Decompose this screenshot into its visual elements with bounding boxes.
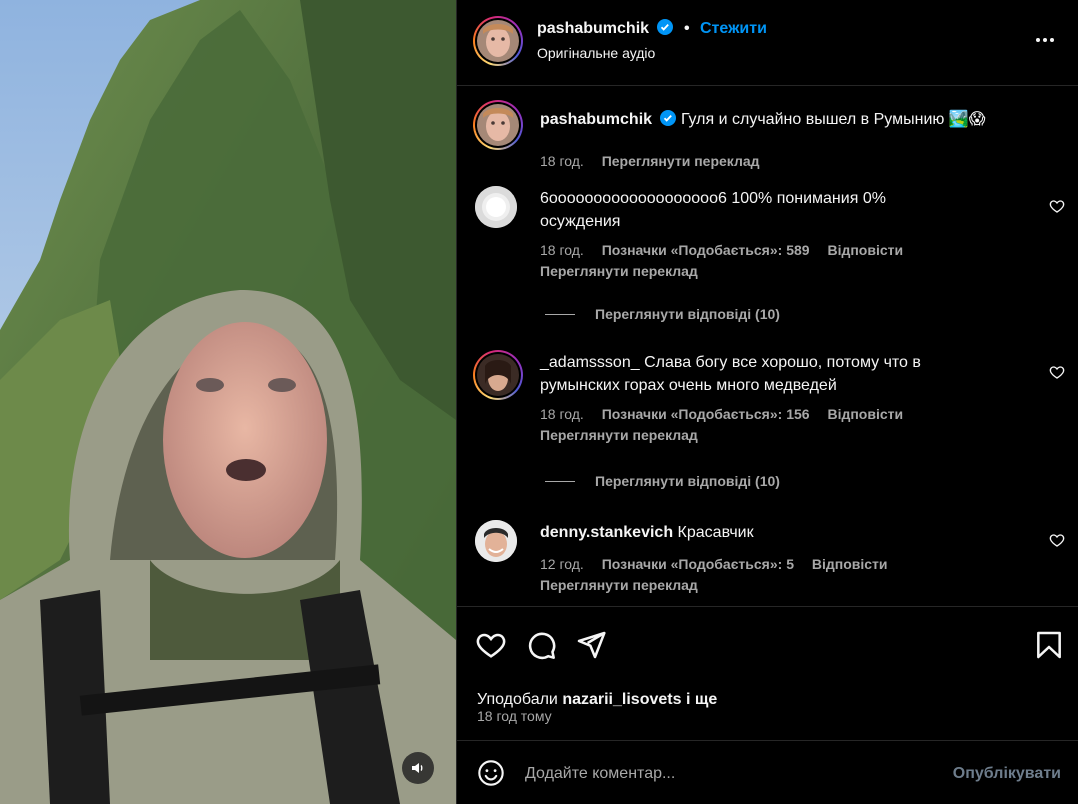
comment-translate-link[interactable]: Переглянути переклад — [540, 427, 698, 443]
caption-time: 18 год. — [540, 153, 584, 169]
video-frame — [0, 0, 456, 804]
comment-meta: 18 год. Позначки «Подобається»: 156 Відп… — [540, 406, 917, 422]
comment-text: Красавчик — [677, 524, 754, 541]
separator-dot: • — [683, 20, 690, 37]
caption: pashabumchik Гуля и случайно вышел в Рум… — [457, 100, 1078, 170]
view-replies-button[interactable]: Переглянути відповіді (10) — [545, 473, 780, 489]
comment-likes-count[interactable]: Позначки «Подобається»: 589 — [602, 242, 810, 258]
emoji-button[interactable] — [477, 759, 505, 787]
bookmark-icon — [1037, 631, 1061, 659]
comment-username[interactable]: _adamssson_ — [540, 354, 640, 371]
default-avatar-icon — [475, 186, 517, 228]
comment-username[interactable]: 6ooooooooooooooooooo6 — [540, 190, 727, 207]
speaker-icon — [412, 763, 423, 773]
avatar[interactable] — [473, 16, 523, 66]
replies-divider — [545, 480, 575, 482]
post-comment-button[interactable]: Опублікувати — [953, 765, 1061, 783]
profile-photo-icon — [477, 20, 519, 62]
post-actions: Уподобали nazarii_lisovets і ще 18 год т… — [457, 606, 1078, 740]
comment-translate-link[interactable]: Переглянути переклад — [540, 577, 698, 593]
caption-text: Гуля и случайно вышел в Румынию 🏞️😱 — [680, 111, 986, 128]
comment-bubble-icon — [528, 632, 556, 660]
caption-text-line: pashabumchik Гуля и случайно вышел в Рум… — [540, 108, 1000, 131]
comment-button[interactable] — [525, 629, 557, 661]
more-options-button[interactable] — [1033, 28, 1057, 52]
replies-divider — [545, 313, 575, 315]
caption-meta: 18 год. Переглянути переклад — [540, 153, 774, 169]
like-button[interactable] — [475, 629, 507, 661]
profile-photo-icon — [477, 354, 519, 396]
original-audio-link[interactable]: Оригінальне аудіо — [537, 45, 655, 61]
liked-by-user[interactable]: nazarii_lisovets — [562, 691, 681, 708]
verified-badge-icon — [657, 19, 674, 35]
comment-time: 12 год. — [540, 556, 584, 572]
profile-photo-icon — [477, 104, 519, 146]
comment-time: 18 год. — [540, 406, 584, 422]
post-panel: pashabumchik • Стежити Оригінальне аудіо — [456, 0, 1078, 804]
view-replies-label: Переглянути відповіді (10) — [595, 306, 780, 322]
comment-avatar[interactable] — [475, 520, 517, 562]
share-button[interactable] — [575, 629, 607, 661]
header-user-line: pashabumchik • Стежити — [537, 19, 767, 38]
view-replies-button[interactable]: Переглянути відповіді (10) — [545, 306, 780, 322]
profile-photo-icon — [475, 520, 517, 562]
verified-badge-icon — [660, 110, 677, 126]
follow-button[interactable]: Стежити — [700, 20, 767, 37]
comment-text-line: denny.stankevich Красавчик — [540, 521, 1000, 544]
post-header: pashabumchik • Стежити Оригінальне аудіо — [457, 0, 1078, 86]
caption-translate-link[interactable]: Переглянути переклад — [602, 153, 760, 169]
comment-item: denny.stankevich Красавчик 12 год. Позна… — [457, 520, 1078, 610]
comment-translate-link[interactable]: Переглянути переклад — [540, 263, 698, 279]
send-icon — [577, 631, 606, 659]
comment-avatar[interactable] — [473, 350, 523, 400]
comment-text-line: _adamssson_ Слава богу все хорошо, потом… — [540, 351, 970, 397]
more-horizontal-icon — [1036, 38, 1054, 42]
header-username[interactable]: pashabumchik — [537, 20, 649, 37]
reply-button[interactable]: Відповісти — [812, 556, 888, 572]
caption-username[interactable]: pashabumchik — [540, 111, 652, 128]
liked-by-prefix: Уподобали — [477, 691, 558, 708]
liked-by-others[interactable]: і ще — [686, 691, 717, 708]
reply-button[interactable]: Відповісти — [827, 406, 903, 422]
view-replies-label: Переглянути відповіді (10) — [595, 473, 780, 489]
comment-avatar[interactable] — [475, 186, 517, 228]
emoji-icon — [478, 760, 504, 786]
mute-button[interactable] — [402, 752, 434, 784]
comment-text-line: 6ooooooooooooooooooo6 100% понимания 0% … — [540, 187, 920, 233]
comment-composer: Опублікувати — [457, 740, 1078, 804]
heart-outline-icon[interactable] — [1049, 198, 1065, 214]
comment-meta: 18 год. Позначки «Подобається»: 589 Відп… — [540, 242, 917, 258]
comment-input[interactable] — [525, 761, 925, 787]
comment-likes-count[interactable]: Позначки «Подобається»: 156 — [602, 406, 810, 422]
caption-avatar[interactable] — [473, 100, 523, 150]
heart-outline-icon[interactable] — [1049, 364, 1065, 380]
liked-by-line: Уподобали nazarii_lisovets і ще — [477, 691, 717, 709]
heart-icon — [476, 633, 506, 658]
comment-likes-count[interactable]: Позначки «Подобається»: 5 — [602, 556, 794, 572]
comment-time: 18 год. — [540, 242, 584, 258]
comments-list[interactable]: pashabumchik Гуля и случайно вышел в Рум… — [457, 86, 1078, 606]
heart-outline-icon[interactable] — [1049, 532, 1065, 548]
comment-username[interactable]: denny.stankevich — [540, 524, 673, 541]
post-time: 18 год тому — [477, 708, 552, 724]
reel-video[interactable] — [0, 0, 456, 804]
comment-meta: 12 год. Позначки «Подобається»: 5 Відпов… — [540, 556, 902, 572]
reply-button[interactable]: Відповісти — [827, 242, 903, 258]
save-button[interactable] — [1033, 629, 1065, 661]
